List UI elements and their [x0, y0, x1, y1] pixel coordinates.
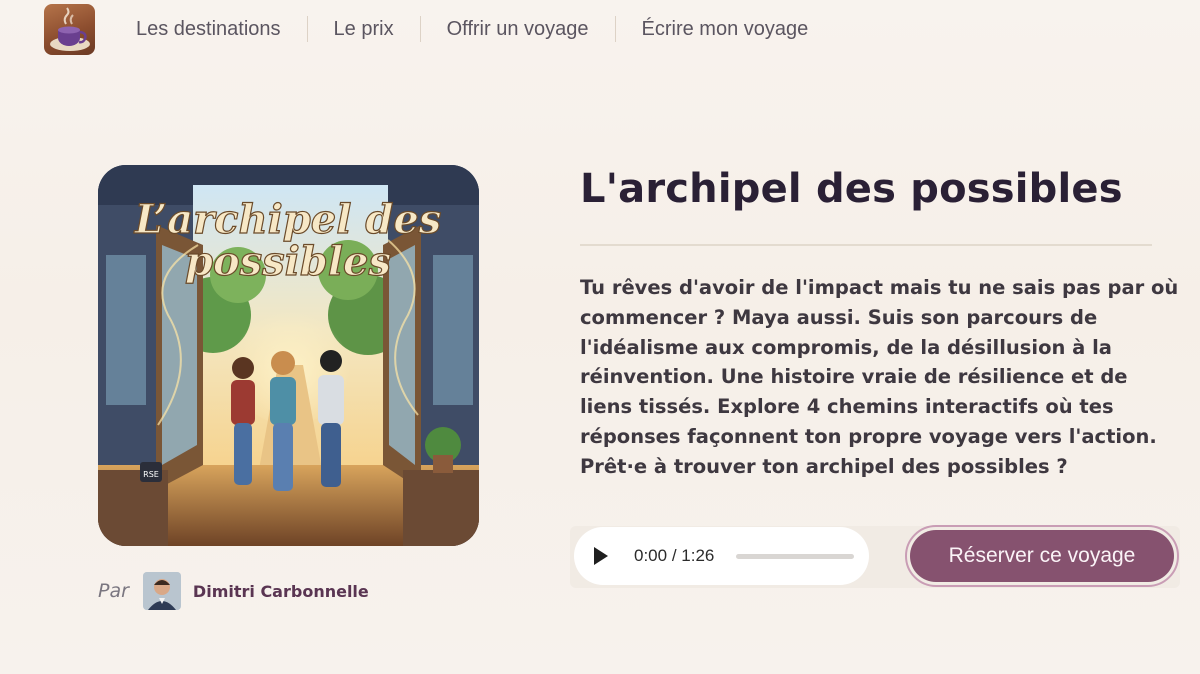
avatar [142, 572, 181, 610]
nav-link-prix[interactable]: Le prix [308, 14, 420, 44]
author-prefix: Par [98, 580, 129, 602]
audio-current-time: 0:00 [634, 546, 668, 565]
audio-time-separator: / [667, 546, 682, 565]
top-nav: Les destinations Le prix Offrir un voyag… [0, 0, 1200, 58]
play-icon [594, 547, 608, 565]
page: Les destinations Le prix Offrir un voyag… [0, 0, 1200, 674]
story-description: Tu rêves d'avoir de l'impact mais tu ne … [580, 276, 1179, 478]
author-avatar-icon [142, 572, 181, 610]
mug-label: RSE [143, 470, 159, 479]
audio-duration: 1:26 [681, 546, 715, 565]
nav-link-destinations[interactable]: Les destinations [110, 14, 307, 44]
cover-title-line1: L’archipel des [134, 196, 442, 243]
cover-illustration: L’archipel des possibles RSE [98, 165, 479, 546]
author-name[interactable]: Dimitri Carbonnelle [193, 582, 369, 601]
audio-time: 0:00 / 1:26 [634, 546, 714, 566]
reserve-button[interactable]: Réserver ce voyage [910, 530, 1174, 582]
nav-link-ecrire[interactable]: Écrire mon voyage [616, 14, 835, 44]
cover-title-line2: possibles [185, 238, 391, 285]
page-title: L'archipel des possibles [580, 166, 1123, 212]
nav-link-offrir[interactable]: Offrir un voyage [421, 14, 615, 44]
play-button[interactable] [594, 546, 614, 566]
reserve-button-outline: Réserver ce voyage [905, 525, 1179, 587]
title-divider [580, 244, 1152, 246]
story-cover-image: L’archipel des possibles RSE [98, 165, 479, 546]
coffee-cup-icon [50, 7, 90, 51]
app-logo[interactable] [44, 4, 95, 55]
nav-links: Les destinations Le prix Offrir un voyag… [110, 14, 834, 44]
audio-progress-track[interactable] [736, 553, 855, 559]
audio-player: 0:00 / 1:26 [574, 527, 869, 585]
author-credit: Par Dimitri Carbonnelle [98, 572, 369, 610]
